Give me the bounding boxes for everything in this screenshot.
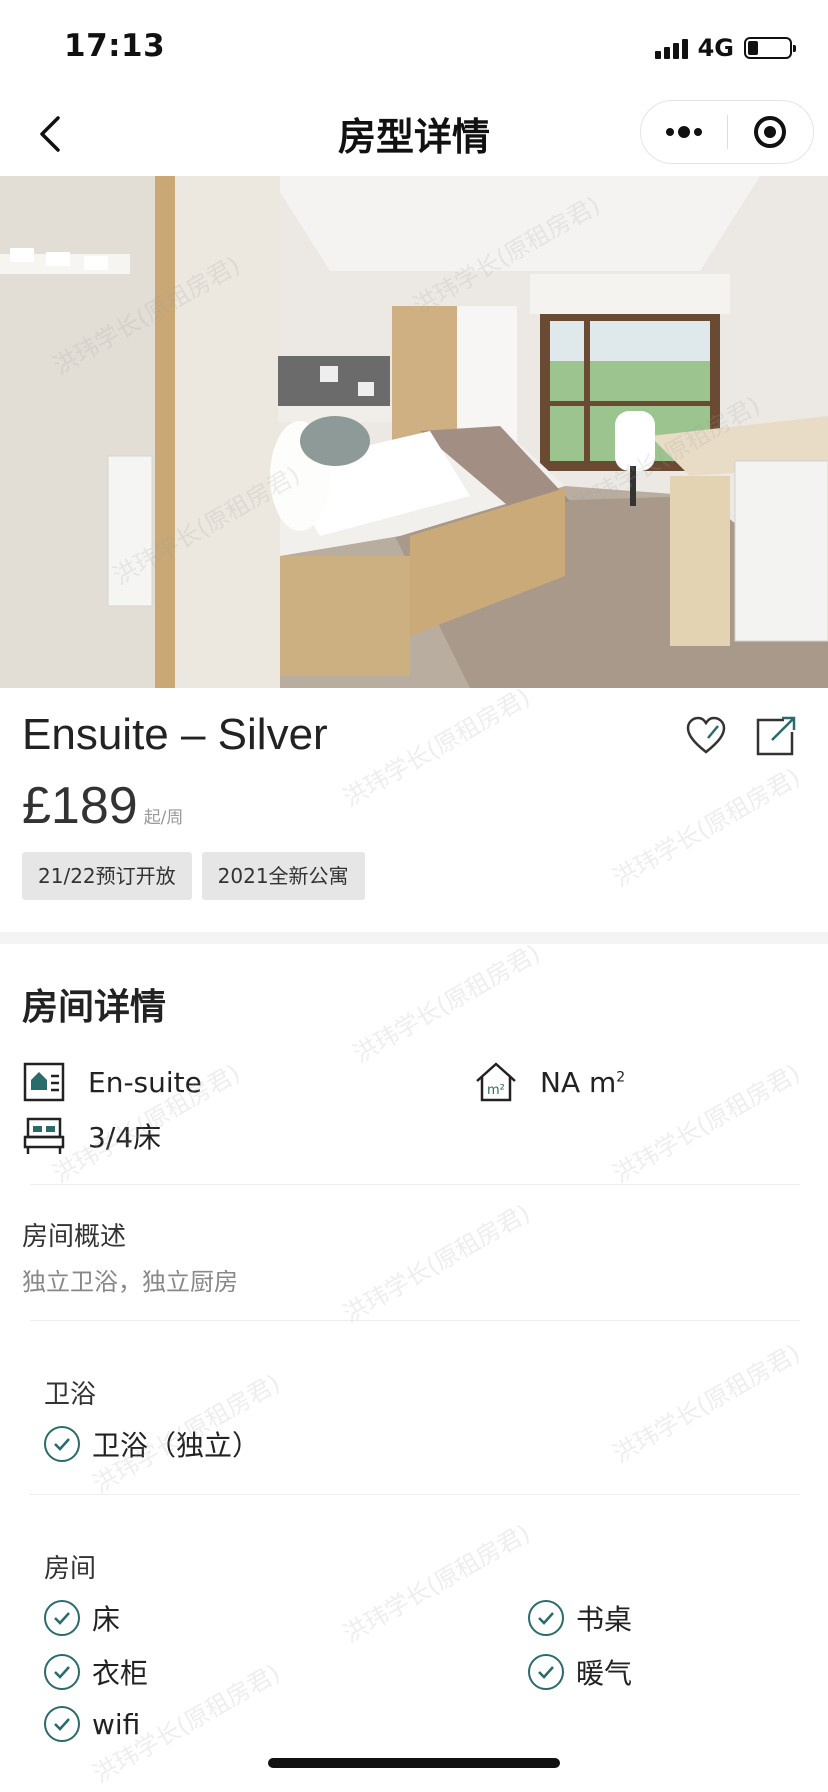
room-features-label: 房间 bbox=[44, 1554, 97, 1584]
watermark: 洪玮学长(原租房君) bbox=[338, 1198, 535, 1329]
favorite-button[interactable] bbox=[684, 714, 728, 758]
feature-label: 书桌 bbox=[576, 1603, 633, 1636]
feature-item: 暖气 bbox=[528, 1652, 632, 1692]
room-photo-illustration bbox=[0, 176, 828, 688]
watermark: 洪玮学长(原租房君) bbox=[348, 938, 545, 1069]
divider bbox=[30, 1494, 800, 1495]
battery-icon bbox=[744, 37, 796, 59]
check-circle-icon bbox=[44, 1600, 80, 1636]
beds-value: 3/4床 bbox=[88, 1121, 162, 1154]
check-circle-icon bbox=[44, 1426, 80, 1462]
section-separator bbox=[0, 932, 828, 944]
tag-new-apartment: 2021全新公寓 bbox=[201, 852, 365, 900]
divider bbox=[30, 1184, 800, 1185]
check-circle-icon bbox=[528, 1600, 564, 1636]
target-icon bbox=[754, 116, 787, 148]
room-photo[interactable]: 洪玮学长(原租房君) 洪玮学长(原租房君) 洪玮学长(原租房君) 洪玮学长(原租… bbox=[0, 176, 828, 688]
heart-icon bbox=[686, 716, 726, 754]
feature-label: 床 bbox=[92, 1603, 121, 1636]
feature-item: 卫浴（独立） bbox=[44, 1424, 260, 1464]
feature-item: 床 bbox=[44, 1598, 120, 1638]
bed-icon bbox=[22, 1114, 66, 1158]
check-circle-icon bbox=[44, 1654, 80, 1690]
feature-label: 衣柜 bbox=[92, 1657, 149, 1690]
share-button[interactable] bbox=[754, 714, 798, 758]
area-attr: m² NA m2 bbox=[474, 1060, 625, 1104]
status-time: 17:13 bbox=[64, 28, 166, 64]
price-row: £189 起/周 bbox=[22, 780, 183, 832]
overview-text: 独立卫浴，独立厨房 bbox=[22, 1268, 238, 1296]
tag-list: 21/22预订开放 2021全新公寓 bbox=[22, 852, 365, 900]
share-icon bbox=[756, 716, 796, 756]
area-value: NA m2 bbox=[540, 1065, 626, 1099]
more-button[interactable] bbox=[641, 101, 727, 163]
mini-program-capsule bbox=[640, 100, 814, 164]
nav-bar: 房型详情 bbox=[0, 96, 828, 176]
room-summary: Ensuite – Silver £189 起/周 21/22预订开放 2021… bbox=[0, 683, 828, 932]
room-type-value: En-suite bbox=[88, 1065, 202, 1099]
feature-label: 卫浴（独立） bbox=[92, 1429, 261, 1462]
feature-item: wifi bbox=[44, 1706, 140, 1742]
section-title: 房间详情 bbox=[22, 987, 167, 1028]
watermark: 洪玮学长(原租房君) bbox=[608, 1058, 805, 1189]
beds-attr: 3/4床 bbox=[22, 1114, 161, 1158]
watermark: 洪玮学长(原租房君) bbox=[338, 1518, 535, 1649]
watermark: 洪玮学长(原租房君) bbox=[338, 682, 535, 813]
signal-icon bbox=[654, 37, 688, 59]
divider bbox=[30, 1320, 800, 1321]
price-value: £189 bbox=[22, 777, 138, 835]
status-indicators: 4G bbox=[654, 34, 796, 62]
room-name: Ensuite – Silver bbox=[22, 710, 328, 759]
overview-label: 房间概述 bbox=[22, 1222, 127, 1252]
status-bar: 17:13 4G bbox=[0, 0, 828, 96]
close-program-button[interactable] bbox=[728, 101, 814, 163]
feature-label: wifi bbox=[92, 1707, 141, 1741]
room-type-icon bbox=[22, 1060, 66, 1104]
room-type-attr: En-suite bbox=[22, 1060, 202, 1104]
watermark: 洪玮学长(原租房君) bbox=[608, 762, 805, 893]
check-circle-icon bbox=[528, 1654, 564, 1690]
bathroom-label: 卫浴 bbox=[44, 1380, 97, 1410]
watermark: 洪玮学长(原租房君) bbox=[608, 1338, 805, 1469]
home-indicator[interactable] bbox=[268, 1758, 560, 1768]
svg-text:m²: m² bbox=[487, 1083, 505, 1098]
house-area-icon: m² bbox=[474, 1060, 518, 1104]
tag-booking-open: 21/22预订开放 bbox=[22, 852, 192, 900]
feature-item: 书桌 bbox=[528, 1598, 632, 1638]
feature-item: 衣柜 bbox=[44, 1652, 148, 1692]
network-type: 4G bbox=[697, 34, 734, 62]
feature-label: 暖气 bbox=[576, 1657, 633, 1690]
check-circle-icon bbox=[44, 1706, 80, 1742]
price-unit: 起/周 bbox=[143, 808, 184, 828]
more-dots-icon bbox=[665, 126, 702, 138]
